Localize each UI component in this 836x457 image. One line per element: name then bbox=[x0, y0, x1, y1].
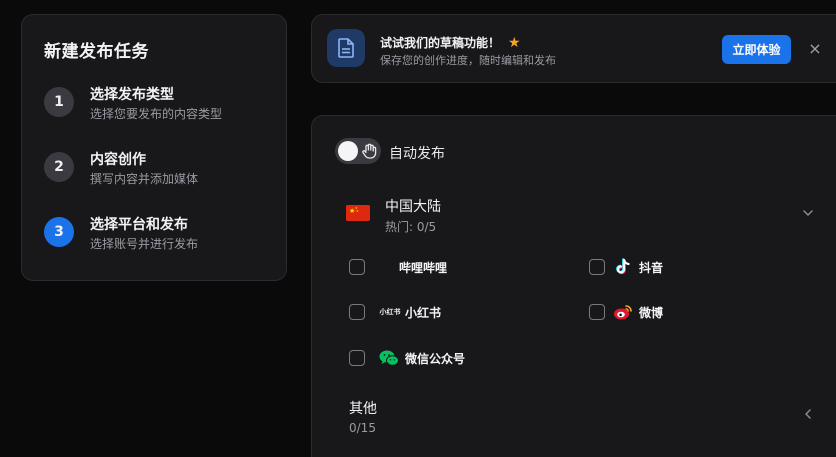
wechat-icon bbox=[379, 348, 399, 368]
close-icon[interactable]: × bbox=[806, 40, 824, 58]
step-subtitle: 选择账号并进行发布 bbox=[90, 237, 199, 251]
chevron-left-icon bbox=[805, 409, 811, 419]
star-icon: ★ bbox=[508, 34, 521, 51]
auto-publish-label: 自动发布 bbox=[389, 146, 445, 162]
step-number: 2 bbox=[44, 152, 74, 182]
bilibili-icon bbox=[379, 257, 399, 277]
hand-icon bbox=[362, 143, 377, 159]
platform-label: 微博 bbox=[639, 305, 664, 320]
bilibili-checkbox[interactable] bbox=[349, 259, 365, 275]
platform-xiaohongshu[interactable]: 小红书 小红书 bbox=[349, 302, 441, 322]
step-subtitle: 撰写内容并添加媒体 bbox=[90, 172, 199, 186]
step-number: 1 bbox=[44, 87, 74, 117]
platform-label: 哔哩哔哩 bbox=[399, 260, 448, 275]
xiaohongshu-icon: 小红书 bbox=[379, 308, 401, 316]
step-subtitle: 选择您要发布的内容类型 bbox=[90, 107, 223, 121]
weibo-checkbox[interactable] bbox=[589, 304, 605, 320]
douyin-checkbox[interactable] bbox=[589, 259, 605, 275]
other-count: 0/15 bbox=[349, 421, 376, 435]
platform-panel: 自动发布 ★ ★ ★ 中国大陆 热门: 0/5 哔哩哔哩 抖音 小红书 小红书 … bbox=[311, 115, 836, 457]
other-title: 其他 bbox=[349, 401, 377, 417]
region-count: 热门: 0/5 bbox=[385, 220, 437, 234]
platform-label: 小红书 bbox=[405, 305, 442, 320]
app-root: 新建发布任务 1 选择发布类型 选择您要发布的内容类型 2 内容创作 撰写内容并… bbox=[0, 0, 836, 457]
wechat-checkbox[interactable] bbox=[349, 350, 365, 366]
platform-label: 微信公众号 bbox=[405, 351, 466, 366]
step-2[interactable]: 2 内容创作 撰写内容并添加媒体 bbox=[44, 152, 198, 187]
banner-title: 试试我们的草稿功能！ bbox=[380, 36, 501, 50]
platform-douyin[interactable]: 抖音 bbox=[589, 257, 663, 277]
platform-label: 抖音 bbox=[639, 260, 664, 275]
step-number-active: 3 bbox=[44, 217, 74, 247]
step-title: 选择平台和发布 bbox=[90, 217, 188, 233]
step-title: 选择发布类型 bbox=[90, 87, 174, 103]
region-title: 中国大陆 bbox=[385, 199, 441, 215]
toggle-knob bbox=[338, 141, 358, 161]
region-other-header[interactable]: 其他 0/15 bbox=[335, 393, 815, 437]
platform-wechat-official[interactable]: 微信公众号 bbox=[349, 348, 465, 368]
step-1[interactable]: 1 选择发布类型 选择您要发布的内容类型 bbox=[44, 87, 222, 122]
region-china-header[interactable]: ★ ★ ★ 中国大陆 热门: 0/5 bbox=[335, 194, 815, 238]
svg-text:★: ★ bbox=[356, 209, 359, 213]
auto-publish-toggle[interactable] bbox=[335, 138, 381, 164]
document-icon bbox=[327, 29, 365, 67]
xiaohongshu-checkbox[interactable] bbox=[349, 304, 365, 320]
draft-banner: 试试我们的草稿功能！ ★ 保存您的创作进度，随时编辑和发布 立即体验 × bbox=[311, 14, 836, 83]
platform-weibo[interactable]: 微博 bbox=[589, 302, 663, 322]
weibo-icon bbox=[613, 302, 633, 322]
steps-title: 新建发布任务 bbox=[44, 42, 149, 62]
china-flag-icon: ★ ★ ★ bbox=[346, 205, 370, 221]
try-now-button[interactable]: 立即体验 bbox=[722, 35, 791, 64]
step-title: 内容创作 bbox=[90, 152, 146, 168]
banner-subtitle: 保存您的创作进度，随时编辑和发布 bbox=[380, 54, 556, 67]
platform-bilibili[interactable]: 哔哩哔哩 bbox=[349, 257, 447, 277]
chevron-down-icon bbox=[803, 210, 813, 216]
step-3[interactable]: 3 选择平台和发布 选择账号并进行发布 bbox=[44, 217, 198, 252]
banner-title-row: 试试我们的草稿功能！ ★ bbox=[380, 34, 521, 51]
douyin-icon bbox=[613, 257, 633, 277]
